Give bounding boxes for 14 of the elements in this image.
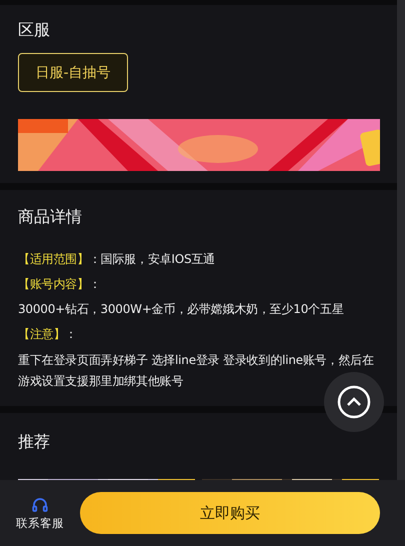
chevron-up-icon [337,385,371,419]
section-title: 区服 [18,20,51,40]
buy-now-button[interactable]: 立即购买 [80,492,380,534]
section-title: 推荐 [18,432,51,452]
region-option[interactable]: 日服-自抽号 [18,53,128,92]
detail-text: 【适用范围】：国际服，安卓IOS互通 [18,251,216,268]
customer-service-button[interactable]: 联系客服 [0,496,80,530]
headset-icon [31,496,49,514]
detail-text: 【注意】： [18,326,78,343]
detail-text: 30000+钻石，3000W+金币，必带嫦娥木奶，至少10个五星 [18,301,345,318]
section-title: 商品详情 [18,207,83,227]
detail-text: 【账号内容】： [18,276,102,293]
scrollbar[interactable] [397,0,405,480]
detail-text: 重下在登录页面弄好梯子 选择line登录 登录收到的line账号，然后在游戏设置支援那里加绑其他账号 [18,352,375,390]
